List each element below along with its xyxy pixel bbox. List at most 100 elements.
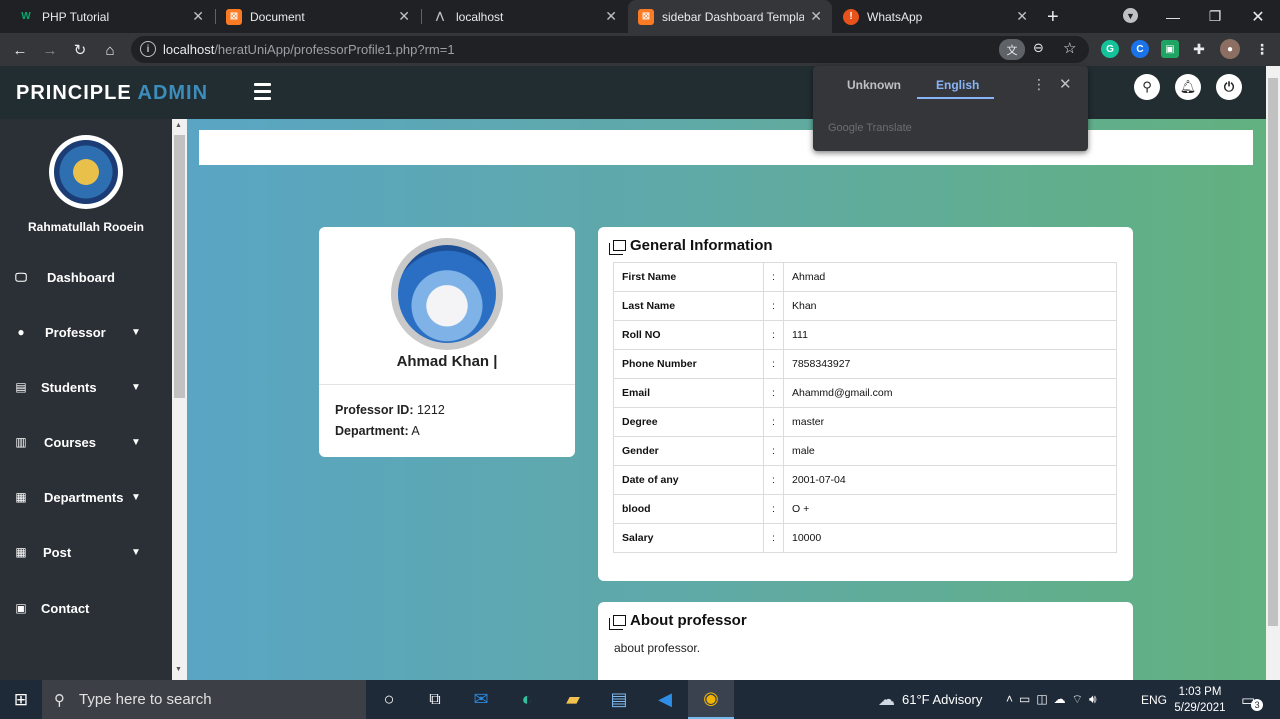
table-row: blood: O +: [613, 494, 1117, 524]
sidebar-scrollbar[interactable]: ▲ ▼: [172, 119, 187, 680]
weather-widget[interactable]: ☁ 61°F Advisory: [878, 680, 982, 719]
grammarly-icon[interactable]: G: [1101, 40, 1119, 58]
chevron-down-icon: ▼: [131, 381, 141, 393]
task-view-icon[interactable]: ⧉: [412, 680, 458, 719]
field-value: 111: [783, 320, 1117, 350]
close-icon[interactable]: ✕: [1059, 75, 1072, 93]
main-content: Ahmad Khan | Professor ID: 1212 Departme…: [187, 119, 1266, 692]
scroll-up-icon[interactable]: ▲: [175, 122, 182, 129]
cortana-icon[interactable]: ○: [366, 680, 412, 719]
divider: [319, 384, 575, 385]
page-scrollbar[interactable]: [1266, 66, 1280, 680]
tab-title: PHP Tutorial: [42, 9, 110, 24]
close-tab-icon[interactable]: ✕: [1016, 8, 1028, 25]
browser-tab-active[interactable]: ⊠ sidebar Dashboard Template ✕: [628, 0, 832, 33]
bookmark-star-icon[interactable]: ☆: [1063, 39, 1076, 57]
notification-count: 3: [1251, 698, 1264, 711]
tab-title: Document: [250, 9, 305, 24]
field-label: Last Name: [613, 291, 764, 321]
separator: :: [763, 436, 784, 466]
field-label: Email: [613, 378, 764, 408]
notification-center-icon[interactable]: ▭ 3: [1241, 680, 1264, 719]
store-icon[interactable]: ▤: [596, 680, 642, 719]
power-icon[interactable]: ⏻: [1216, 74, 1242, 100]
browser-tab[interactable]: ! WhatsApp ✕: [833, 0, 1038, 33]
windows-start-icon[interactable]: ⊞: [0, 680, 42, 719]
sidebar-item-contact[interactable]: ▣ Contact: [0, 588, 172, 628]
taskbar-search[interactable]: ⚲ Type here to search: [42, 680, 366, 719]
close-tab-icon[interactable]: ✕: [810, 8, 822, 25]
tab-title: WhatsApp: [867, 9, 923, 24]
close-window-icon[interactable]: ✕: [1237, 0, 1279, 33]
brand-logo-text[interactable]: PRINCIPLE ADMIN: [16, 82, 208, 105]
avatar: [391, 238, 503, 350]
new-tab-icon[interactable]: +: [1047, 6, 1059, 29]
forward-icon[interactable]: →: [37, 37, 63, 63]
edge-icon[interactable]: ◐: [504, 680, 550, 719]
extension-doc-icon[interactable]: ▣: [1161, 40, 1179, 58]
general-info-table: First Name: Ahmad Last Name: Khan Roll NO:11…: [613, 262, 1117, 553]
close-tab-icon[interactable]: ✕: [605, 8, 617, 25]
taskbar-clock[interactable]: 1:03 PM 5/29/2021: [1170, 684, 1230, 716]
system-tray-icons[interactable]: ˄▭◫☁⌔🔊︎: [1006, 680, 1103, 719]
input-language[interactable]: ENG: [1141, 680, 1167, 719]
scrollbar-thumb[interactable]: [174, 135, 185, 398]
search-icon[interactable]: ⚲: [1134, 74, 1160, 100]
menu-toggle-icon[interactable]: [254, 83, 271, 104]
profile-avatar[interactable]: ●: [1220, 39, 1240, 59]
address-bar[interactable]: i localhost/heratUniApp/professorProfile…: [131, 36, 1089, 63]
mail-icon[interactable]: ✉: [458, 680, 504, 719]
minimize-icon[interactable]: —: [1152, 0, 1194, 33]
extension-c-icon[interactable]: C: [1131, 40, 1149, 58]
vscode-icon[interactable]: ◀: [642, 680, 688, 719]
building-icon: ▦: [15, 490, 27, 504]
scrollbar-thumb[interactable]: [1268, 78, 1278, 626]
bell-icon[interactable]: 🔔︎: [1175, 74, 1201, 100]
sidebar-item-departments[interactable]: ▦ Departments ▼: [0, 477, 172, 517]
section-title-text: About professor: [630, 612, 747, 629]
sidebar-item-professor[interactable]: ● Professor ▼: [0, 312, 172, 352]
field-label: First Name: [613, 262, 764, 292]
url-text[interactable]: localhost/heratUniApp/professorProfile1.…: [163, 42, 455, 57]
site-info-icon[interactable]: i: [140, 41, 156, 57]
localhost-icon: ⋀: [435, 11, 445, 22]
back-icon[interactable]: ←: [7, 37, 33, 63]
browser-tab[interactable]: ⋀ localhost ✕: [422, 0, 627, 33]
close-tab-icon[interactable]: ✕: [398, 8, 410, 25]
sidebar-item-post[interactable]: ▦ Post ▼: [0, 532, 172, 572]
sidebar-item-courses[interactable]: ▥ Courses ▼: [0, 422, 172, 462]
tab-title: sidebar Dashboard Template: [662, 9, 805, 24]
brand-text: PRINCIPLE: [16, 82, 138, 104]
translate-icon[interactable]: 文: [999, 39, 1025, 60]
browser-menu-icon[interactable]: ⋮: [1253, 40, 1271, 58]
active-tab-indicator: [917, 97, 994, 99]
weather-text: 61°F Advisory: [902, 692, 983, 707]
sidebar-item-dashboard[interactable]: 🖵 Dashboard: [0, 257, 172, 297]
translate-tab-unknown[interactable]: Unknown: [847, 78, 901, 92]
sidebar-item-students[interactable]: ▤ Students ▼: [0, 367, 172, 407]
chrome-icon[interactable]: ◉: [688, 680, 734, 719]
translate-tab-english[interactable]: English: [936, 78, 979, 92]
section-title-text: General Information: [630, 237, 773, 254]
restore-icon[interactable]: ❐: [1194, 0, 1236, 33]
taskbar-search-placeholder: Type here to search: [79, 691, 212, 708]
close-tab-icon[interactable]: ✕: [192, 8, 204, 25]
url-path: /heratUniApp/professorProfile1.php?rm=1: [214, 42, 455, 57]
browser-tab[interactable]: W PHP Tutorial ✕: [8, 0, 214, 33]
field-value: Khan: [783, 291, 1117, 321]
reload-icon[interactable]: ↻: [67, 37, 93, 63]
home-icon[interactable]: ⌂: [97, 37, 123, 63]
whatsapp-icon: !: [843, 8, 859, 25]
more-options-icon[interactable]: ⋮: [1032, 76, 1046, 93]
chevron-down-icon: ▼: [131, 491, 141, 503]
extensions-puzzle-icon[interactable]: ✚: [1190, 40, 1208, 58]
file-explorer-icon[interactable]: ▰: [550, 680, 596, 719]
chevron-down-icon: ▼: [131, 326, 141, 338]
sidebar-item-label: Departments: [44, 489, 124, 505]
browser-tab[interactable]: ⊠ Document ✕: [216, 0, 420, 33]
scroll-down-icon[interactable]: ▼: [175, 666, 182, 673]
tab-search-icon[interactable]: ▼: [1123, 8, 1138, 23]
field-label: Gender: [613, 436, 764, 466]
zoom-icon[interactable]: ⊖: [1033, 40, 1044, 56]
table-row: Phone Number:7858343927: [613, 349, 1117, 379]
